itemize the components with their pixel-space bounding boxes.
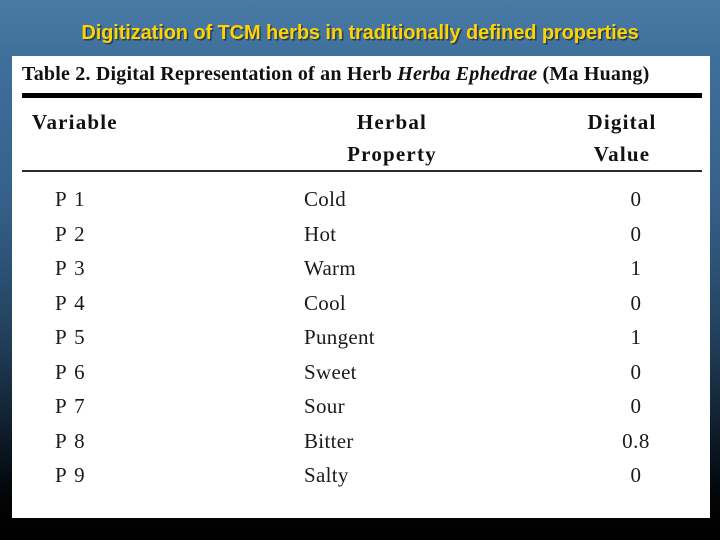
cell-variable: P 9 <box>55 463 87 487</box>
cell-value: 0 <box>630 359 642 384</box>
cell-property: Sour <box>304 394 345 418</box>
cell-variable: P 4 <box>55 290 87 315</box>
cell-variable: P 8 <box>55 428 87 453</box>
table-row: P 3 Warm 1 <box>22 251 702 286</box>
cell-property: Salty <box>304 463 349 487</box>
table-body: P 1 Cold 0 P 2 Hot 0 P 3 Warm 1 P 4 Cool… <box>22 172 702 493</box>
column-header-digital-value: Digital Value <box>542 106 702 170</box>
table-row: P 4 Cool 0 <box>22 286 702 321</box>
cell-property: Hot <box>304 221 337 246</box>
column-header-herbal-property: Herbal Property <box>262 106 522 170</box>
cell-property: Cool <box>304 290 347 315</box>
cell-value: 0 <box>630 463 642 487</box>
table-panel: Table 2. Digital Representation of an He… <box>12 56 710 518</box>
cell-value: 0 <box>630 187 642 211</box>
cell-variable: P 2 <box>55 221 87 246</box>
table-row: P 6 Sweet 0 <box>22 355 702 390</box>
table-row: P 7 Sour 0 <box>22 389 702 424</box>
column-header-digital-line2: Value <box>593 142 651 166</box>
cell-variable: P 3 <box>55 256 87 280</box>
cell-variable: P 6 <box>55 359 87 384</box>
page-title: Digitization of TCM herbs in traditional… <box>81 22 639 44</box>
table-caption-prefix: Table 2. Digital Representation of an He… <box>22 63 398 85</box>
column-header-herbal-line1: Herbal <box>356 110 428 134</box>
cell-variable: P 7 <box>55 394 87 418</box>
table-caption: Table 2. Digital Representation of an He… <box>12 56 710 88</box>
column-header-digital-line1: Digital <box>587 110 657 134</box>
cell-variable: P 5 <box>55 325 87 349</box>
table-caption-species: Herba Ephedrae <box>397 63 538 85</box>
table-header-row: Variable Herbal Property Digital Value <box>22 98 702 170</box>
column-header-variable: Variable <box>32 110 118 134</box>
column-header-herbal-line2: Property <box>347 142 437 166</box>
cell-value: 1 <box>630 256 642 280</box>
table-caption-suffix: (Ma Huang) <box>537 63 650 85</box>
cell-value: 0 <box>630 221 642 246</box>
cell-value: 0 <box>630 394 642 418</box>
cell-value: 0.8 <box>622 428 650 453</box>
cell-property: Warm <box>304 256 356 280</box>
cell-variable: P 1 <box>55 187 87 211</box>
table-row: P 1 Cold 0 <box>22 182 702 217</box>
slide: Digitization of TCM herbs in traditional… <box>0 0 720 540</box>
cell-value: 1 <box>630 325 642 349</box>
table-row: P 2 Hot 0 <box>22 217 702 252</box>
cell-property: Sweet <box>304 359 357 384</box>
cell-property: Bitter <box>304 428 354 453</box>
table-row: P 9 Salty 0 <box>22 458 702 493</box>
cell-property: Pungent <box>304 325 375 349</box>
cell-property: Cold <box>304 187 347 211</box>
table-row: P 5 Pungent 1 <box>22 320 702 355</box>
table-row: P 8 Bitter 0.8 <box>22 424 702 459</box>
cell-value: 0 <box>630 290 642 315</box>
